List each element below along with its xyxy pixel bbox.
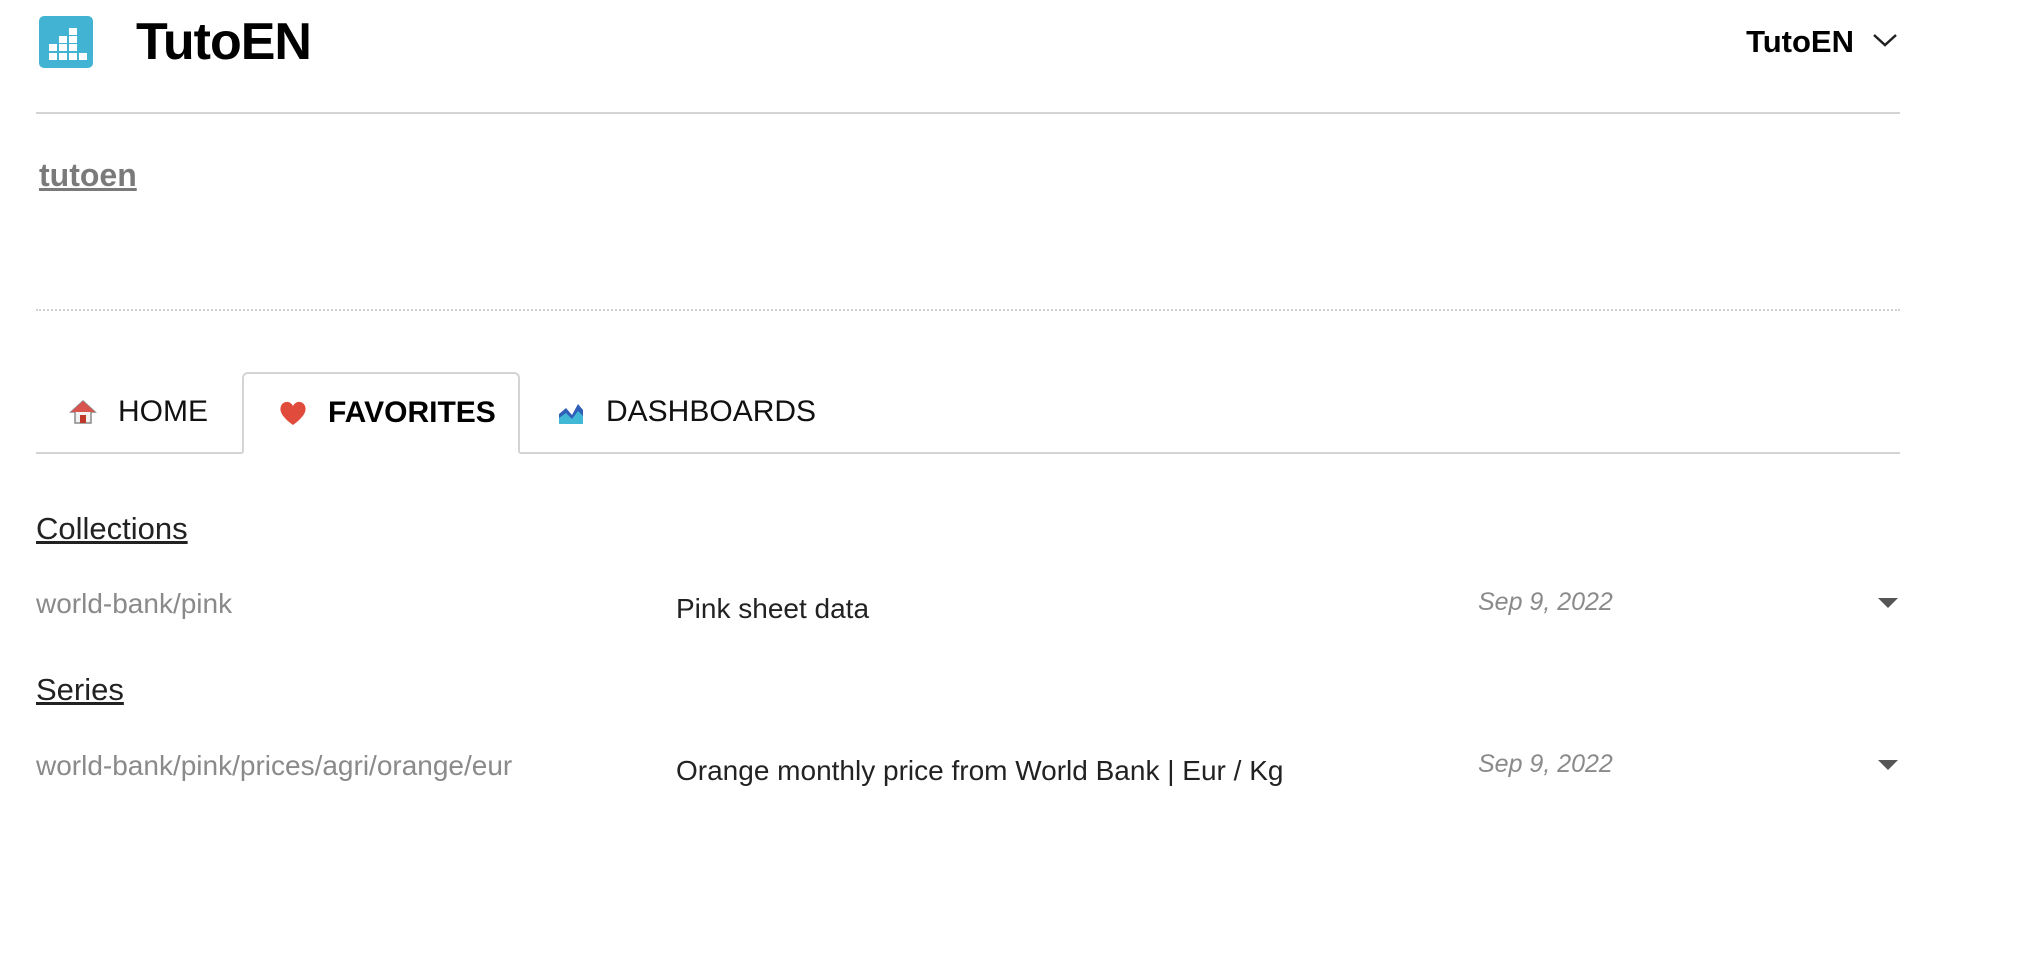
series-date: Sep 9, 2022 xyxy=(1478,750,1613,778)
series-description: Orange monthly price from World Bank | E… xyxy=(676,755,1284,786)
brand-name[interactable]: TutoEN xyxy=(136,10,312,74)
user-menu-label: TutoEN xyxy=(1746,24,1854,59)
tab-home[interactable]: HOME xyxy=(68,372,208,452)
list-item: world-bank/pink Pink sheet data Sep 9, 2… xyxy=(36,576,1900,636)
top-header: TutoEN TutoEN xyxy=(36,0,1900,114)
collections-heading[interactable]: Collections xyxy=(36,511,188,547)
series-path-link[interactable]: world-bank/pink/prices/agri/orange/eur xyxy=(36,750,512,782)
collection-path-link[interactable]: world-bank/pink xyxy=(36,588,232,620)
workspace-link[interactable]: tutoen xyxy=(39,157,137,194)
list-item: world-bank/pink/prices/agri/orange/eur O… xyxy=(36,738,1900,798)
caret-down-icon[interactable] xyxy=(1876,596,1900,616)
collection-date: Sep 9, 2022 xyxy=(1478,588,1613,616)
section-divider xyxy=(36,309,1900,311)
tab-dashboards-label: DASHBOARDS xyxy=(606,395,817,428)
tab-home-label: HOME xyxy=(118,395,208,428)
tab-bar: HOME FAVORITES DASHBOARDS xyxy=(36,372,1900,454)
page: TutoEN TutoEN tutoen HOME FAVORITES DASH… xyxy=(0,0,2021,976)
collection-description: Pink sheet data xyxy=(676,593,870,624)
series-heading[interactable]: Series xyxy=(36,672,124,708)
area-chart-icon xyxy=(556,397,586,427)
tab-favorites[interactable]: FAVORITES xyxy=(242,372,520,454)
tab-favorites-label: FAVORITES xyxy=(328,396,496,429)
house-icon xyxy=(68,397,98,427)
bar-chart-logo-icon[interactable] xyxy=(39,16,93,68)
caret-down-icon[interactable] xyxy=(1876,758,1900,778)
user-menu[interactable]: TutoEN xyxy=(1746,20,1898,64)
heart-icon xyxy=(278,398,308,428)
tab-dashboards[interactable]: DASHBOARDS xyxy=(556,372,816,452)
chevron-down-icon xyxy=(1872,32,1898,53)
